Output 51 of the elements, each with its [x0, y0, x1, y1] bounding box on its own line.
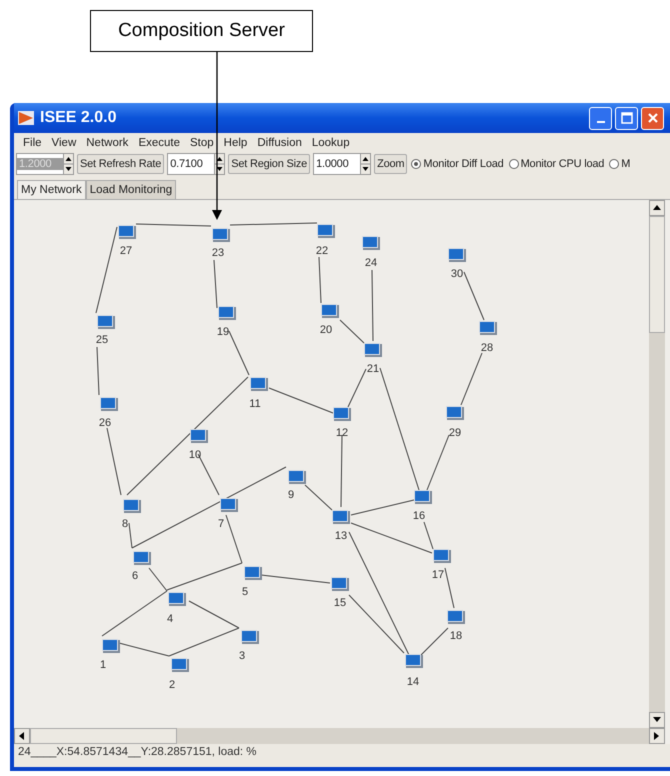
menu-item[interactable]: Execute [133, 136, 185, 150]
menu-item[interactable]: File [18, 136, 47, 150]
node-label: 8 [122, 518, 128, 530]
node-label: 5 [242, 586, 248, 598]
node-label: 17 [432, 569, 444, 581]
radio-option[interactable]: Monitor Diff Load [410, 158, 505, 170]
node-label: 27 [120, 245, 132, 257]
node-label: 2 [168, 679, 176, 691]
node-label: 20 [320, 324, 332, 336]
radio-option[interactable]: M [608, 158, 632, 170]
node-label: 1 [100, 659, 106, 671]
status-bar: 24____X:54.8571434__Y:28.2857151, load: % [14, 744, 670, 767]
refresh-rate-button[interactable]: Set Refresh Rate [77, 154, 164, 174]
node-label: 19 [216, 326, 230, 338]
node-label: 23 [212, 247, 224, 259]
node-label: 4 [166, 613, 174, 625]
zoom-button[interactable]: Zoom [374, 154, 408, 174]
node-label: 13 [334, 530, 348, 542]
radio-option[interactable]: Monitor CPU load [508, 158, 606, 170]
node-label: 14 [406, 676, 420, 688]
node-label: 22 [316, 245, 328, 257]
node-label: 15 [334, 597, 346, 609]
node-label: 25 [96, 334, 108, 346]
node-label: 12 [336, 427, 348, 439]
menu-item[interactable]: Diffusion [252, 136, 307, 150]
node-label: 29 [448, 427, 462, 439]
window-title: ISEE 2.0.0 [40, 109, 116, 127]
tab[interactable]: My Network [17, 180, 86, 199]
node-label: 18 [450, 630, 462, 642]
node-label: 26 [98, 417, 112, 429]
menu-item[interactable]: View [46, 136, 82, 150]
tab[interactable]: Load Monitoring [86, 180, 176, 199]
menu-item[interactable]: Network [81, 136, 134, 150]
node-label: 24 [364, 257, 378, 269]
number-spinner[interactable]: 1.0000 [313, 153, 372, 175]
menu-item[interactable]: Stop [185, 136, 219, 150]
node-label: 30 [450, 268, 464, 280]
node-label: 10 [188, 449, 202, 461]
node-label: 9 [288, 489, 294, 501]
node-label: 16 [412, 510, 426, 522]
number-spinner[interactable]: 0.7100 [167, 153, 226, 175]
menu-item[interactable]: Help [218, 136, 252, 150]
callout-label: Composition Server [90, 10, 313, 52]
node-label: 3 [238, 650, 246, 662]
node-label: 6 [132, 570, 138, 582]
menu-item[interactable]: Lookup [306, 136, 355, 150]
region-size-button[interactable]: Set Region Size [228, 154, 310, 174]
node-label: 28 [480, 342, 494, 354]
node-label: 21 [366, 363, 380, 375]
node-label: 11 [249, 398, 261, 410]
node-label: 7 [218, 518, 224, 530]
